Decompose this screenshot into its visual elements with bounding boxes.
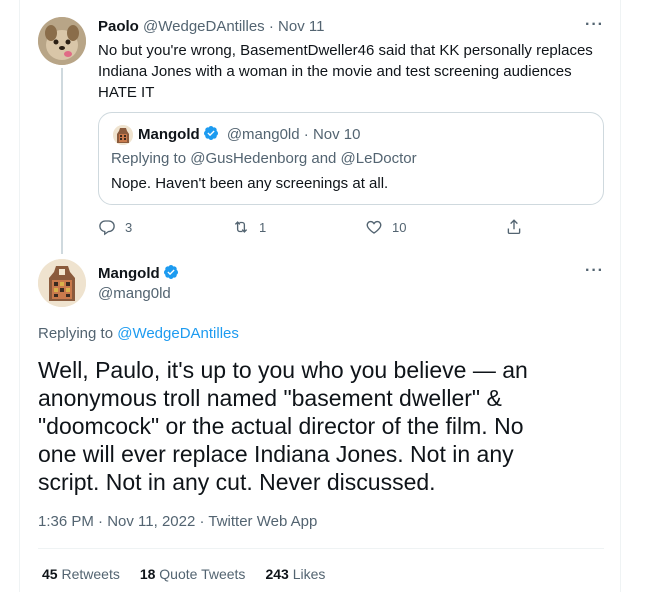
thread-line — [61, 68, 63, 254]
main-replying-to: Replying to @WedgeDAntilles — [38, 325, 239, 342]
share-button[interactable] — [505, 218, 523, 236]
quoted-replying-users: @GusHedenborg and @LeDoctor — [190, 150, 417, 167]
quotes-label: Quote Tweets — [159, 566, 246, 582]
verified-badge-icon — [203, 126, 218, 140]
retweets-label: Retweets — [61, 566, 120, 582]
verified-badge-icon — [163, 265, 178, 279]
main-handle[interactable]: @mang0ld — [98, 285, 171, 302]
retweets-count: 45 — [42, 566, 58, 582]
retweets-stat[interactable]: 45 Retweets — [42, 566, 120, 582]
quoted-date: Nov 10 — [312, 126, 361, 143]
quoted-tweet-header: Mangold @mang0ld · Nov 10 — [138, 125, 360, 143]
stats-divider — [38, 548, 604, 549]
retweet-count: 1 — [259, 219, 267, 235]
share-icon — [507, 219, 521, 235]
more-icon[interactable]: ··· — [585, 16, 604, 34]
quoted-tweet[interactable]: Mangold @mang0ld · Nov 10 Replying to @G… — [98, 112, 604, 205]
main-replying-prefix: Replying to — [38, 325, 114, 342]
likes-label: Likes — [292, 566, 326, 582]
main-tweet-text: Well, Paulo, it's up to you who you beli… — [38, 357, 528, 495]
main-tweet-timestamp[interactable]: 1:36 PM · Nov 11, 2022 · Twitter Web App — [38, 513, 317, 530]
mangold-avatar[interactable] — [38, 259, 86, 307]
reply-date[interactable]: Nov 11 — [278, 18, 324, 35]
quotes-stat[interactable]: 18 Quote Tweets — [140, 566, 246, 582]
like-count: 10 — [392, 219, 407, 235]
heart-icon — [366, 220, 382, 234]
quoted-replying-to: Replying to @GusHedenborg and @LeDoctor — [111, 150, 417, 167]
more-icon[interactable]: ··· — [585, 262, 604, 280]
paolo-avatar[interactable] — [38, 17, 86, 65]
quoted-replying-prefix: Replying to — [111, 150, 187, 167]
quoted-tweet-text: Nope. Haven't been any screenings at all… — [111, 175, 389, 192]
main-replying-user-link[interactable]: @WedgeDAntilles — [117, 325, 239, 342]
reply-display-name[interactable]: Paolo — [98, 18, 139, 35]
retweet-button[interactable]: 1 — [232, 218, 266, 236]
reply-button[interactable]: 3 — [98, 218, 132, 236]
quotes-count: 18 — [139, 566, 156, 582]
reply-icon — [99, 220, 115, 236]
likes-count: 243 — [265, 566, 289, 582]
reply-handle[interactable]: @WedgeDAntilles — [143, 18, 265, 35]
reply-count: 3 — [125, 219, 133, 235]
like-button[interactable]: 10 — [365, 218, 406, 236]
tweet-stats: 45 Retweets 18 Quote Tweets 243 Likes — [42, 566, 325, 582]
quoted-separator: · — [303, 126, 309, 143]
quoted-display-name: Mangold — [138, 126, 200, 143]
likes-stat[interactable]: 243 Likes — [265, 566, 325, 582]
quoted-handle: @mang0ld — [226, 126, 300, 143]
retweet-icon — [234, 221, 248, 233]
reply-tweet-text: No but you're wrong, BasementDweller46 s… — [98, 42, 593, 101]
mangold-avatar-small — [113, 125, 133, 145]
reply-separator: · — [268, 18, 274, 35]
main-display-name: Mangold — [98, 265, 160, 282]
main-display-name-row[interactable]: Mangold — [98, 264, 179, 282]
reply-tweet-header: Paolo @WedgeDAntilles · Nov 11 — [98, 18, 324, 35]
